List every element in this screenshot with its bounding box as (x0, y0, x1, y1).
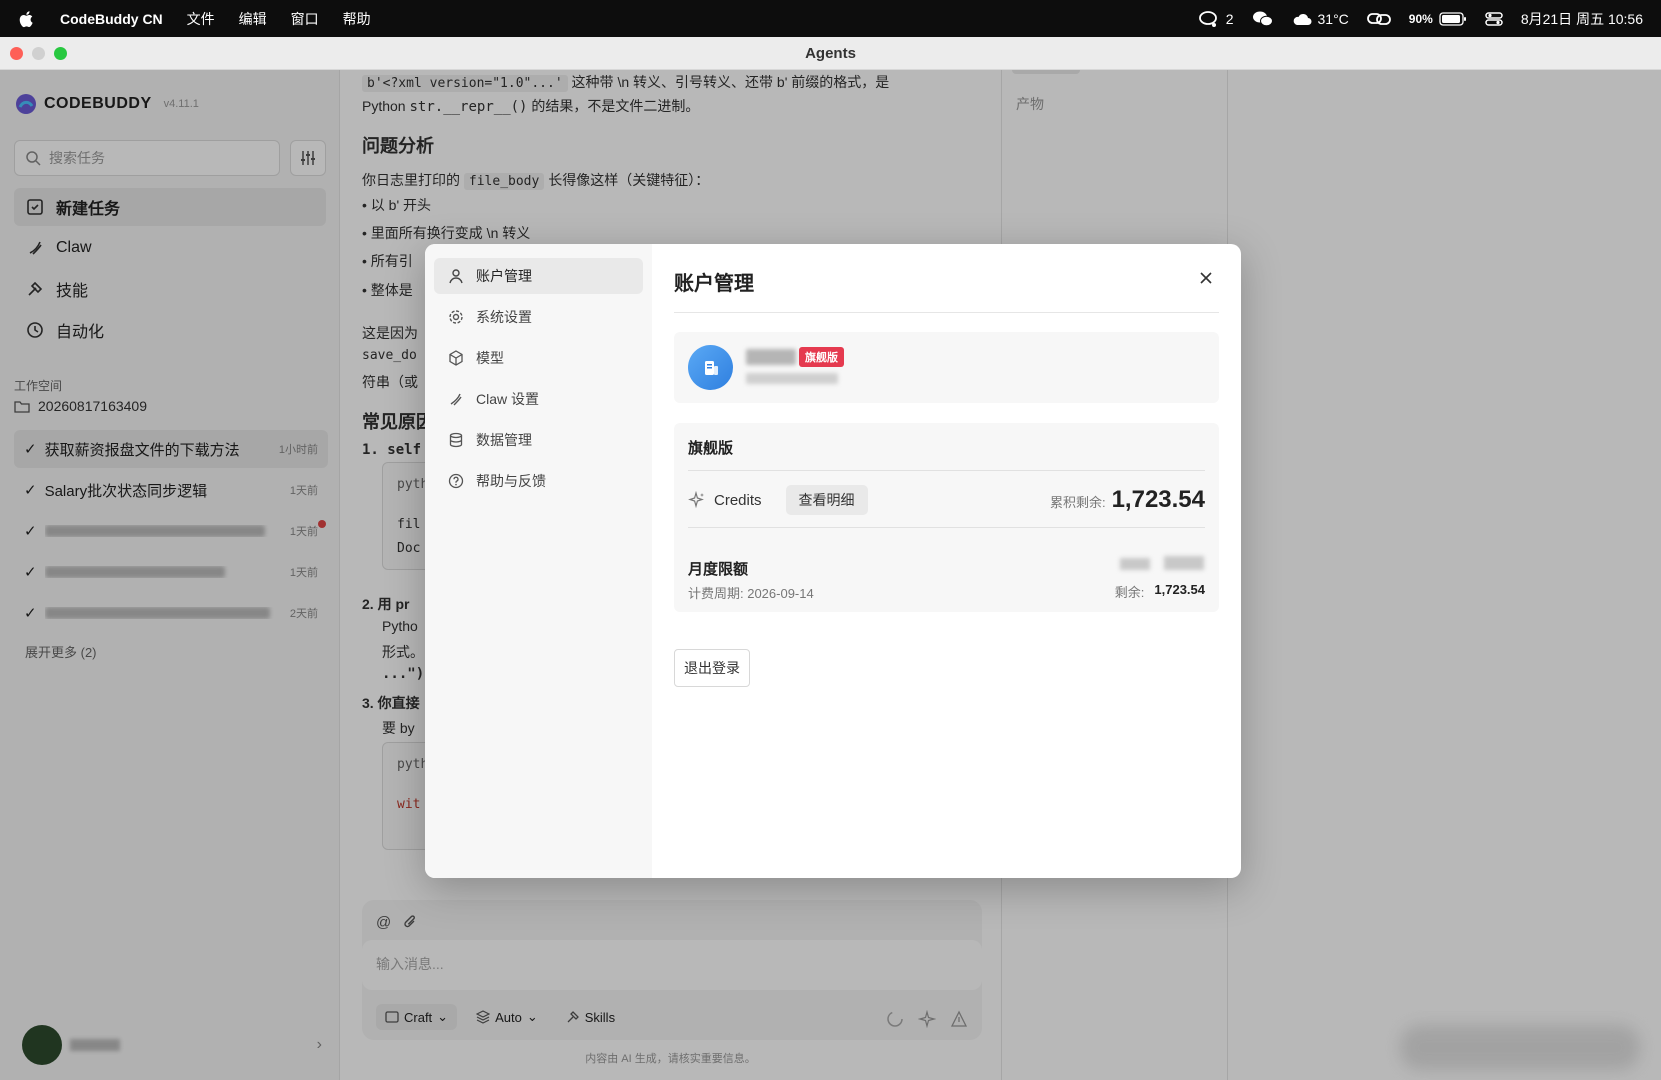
username-redacted (746, 349, 796, 365)
database-icon (449, 432, 463, 448)
remaining-value: 1,723.54 (1154, 582, 1205, 597)
document-icon (704, 360, 718, 375)
divider (688, 527, 1205, 528)
balance-label: 累积剩余: (1049, 495, 1106, 510)
battery-icon (1439, 11, 1466, 26)
menu-window[interactable]: 窗口 (291, 9, 319, 29)
menu-file[interactable]: 文件 (187, 9, 215, 29)
settings-nav-label: 账户管理 (476, 268, 532, 284)
billing-period: 计费周期: 2026-09-14 (688, 586, 814, 601)
divider (688, 470, 1205, 471)
close-icon[interactable] (1198, 270, 1214, 286)
zoom-window-button[interactable] (54, 47, 67, 60)
claw-icon (450, 393, 462, 406)
settings-nav-account[interactable]: 账户管理 (434, 258, 643, 294)
user-icon (449, 269, 463, 284)
menu-edit[interactable]: 编辑 (239, 9, 267, 29)
settings-nav-system[interactable]: 系统设置 (434, 299, 643, 335)
window-title-bar: Agents (0, 37, 1661, 70)
weather-status[interactable]: 31°C (1292, 11, 1349, 27)
settings-nav-label: Claw 设置 (476, 391, 540, 407)
battery-percent: 90% (1408, 11, 1433, 26)
quota-redacted (1164, 556, 1204, 570)
balance-value: 1,723.54 (1111, 486, 1205, 513)
remaining-label: 剩余: (1114, 585, 1145, 600)
settings-nav-label: 帮助与反馈 (476, 473, 546, 489)
battery-status[interactable]: 90% (1409, 12, 1467, 26)
account-panel: 账户管理 旗舰版 旗舰版 Credits 查看明细 累积剩余: 1,723.54 (674, 244, 1219, 878)
help-icon (448, 473, 464, 489)
settings-nav-help[interactable]: 帮助与反馈 (434, 463, 643, 499)
profile-card: 旗舰版 (674, 332, 1219, 403)
page-title: 账户管理 (674, 273, 754, 295)
credits-row: Credits 查看明细 累积剩余: 1,723.54 (688, 485, 1205, 515)
apple-icon[interactable] (18, 9, 36, 29)
chat-bubble-icon (1198, 10, 1217, 27)
balance: 累积剩余: 1,723.54 (1050, 486, 1205, 514)
divider (674, 312, 1219, 313)
clock-datetime[interactable]: 8月21日 周五 10:56 (1521, 9, 1643, 29)
minimize-window-button[interactable] (32, 47, 45, 60)
menu-bar: CodeBuddy CN 文件 编辑 窗口 帮助 2 31°C 90% 8月21… (0, 0, 1661, 37)
menu-help[interactable]: 帮助 (343, 9, 371, 29)
cube-icon (449, 350, 463, 366)
settings-nav-model[interactable]: 模型 (434, 340, 643, 376)
credits-label: Credits (714, 491, 762, 509)
chat-status[interactable]: 2 (1198, 10, 1234, 28)
settings-nav-data[interactable]: 数据管理 (434, 422, 643, 458)
weather-temp: 31°C (1317, 10, 1349, 27)
settings-nav-claw[interactable]: Claw 设置 (434, 381, 643, 417)
settings-nav-label: 数据管理 (476, 432, 532, 448)
wechat-icon[interactable] (1252, 10, 1274, 28)
plan-badge: 旗舰版 (799, 347, 844, 367)
logout-button[interactable]: 退出登录 (674, 649, 750, 687)
avatar (688, 345, 733, 390)
app-menu[interactable]: CodeBuddy CN (60, 11, 163, 27)
monthly-quota-title: 月度限额 (688, 561, 749, 578)
chat-count: 2 (1225, 10, 1234, 27)
view-details-button[interactable]: 查看明细 (785, 485, 868, 515)
quota-remaining: 剩余: 1,723.54 (1115, 582, 1205, 601)
window-title: Agents (805, 44, 856, 62)
gear-icon (449, 310, 463, 324)
cloud-icon (1293, 13, 1312, 25)
close-window-button[interactable] (10, 47, 23, 60)
settings-nav-label: 系统设置 (476, 309, 532, 325)
sparkle-icon (688, 491, 704, 509)
link-icon[interactable] (1366, 11, 1391, 27)
control-center-icon[interactable] (1485, 11, 1503, 27)
user-email-redacted (746, 373, 838, 384)
quota-redacted (1120, 558, 1150, 570)
plan-name: 旗舰版 (688, 440, 734, 457)
settings-nav-label: 模型 (476, 350, 504, 366)
plan-card: 旗舰版 Credits 查看明细 累积剩余: 1,723.54 月度限额 计费周… (674, 423, 1219, 612)
settings-modal: 账户管理 系统设置 模型 Claw 设置 数据管理 帮助与反馈 账户管理 旗舰版… (425, 244, 1241, 878)
settings-nav: 账户管理 系统设置 模型 Claw 设置 数据管理 帮助与反馈 (425, 244, 652, 878)
